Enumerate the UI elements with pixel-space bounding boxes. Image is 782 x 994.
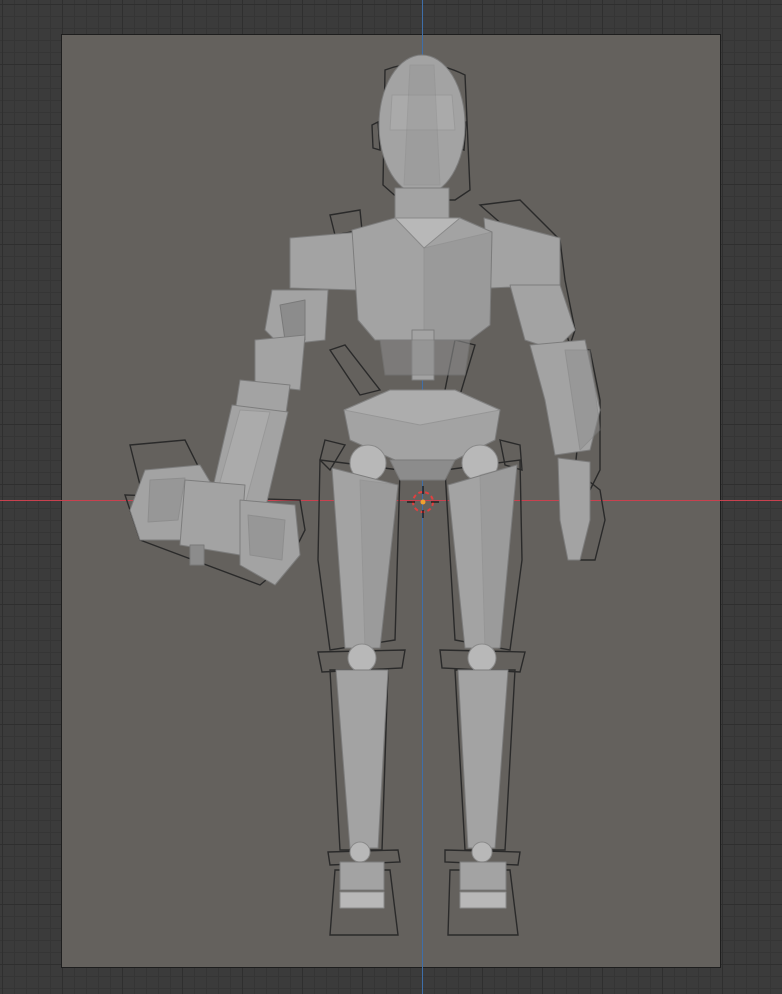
arm-left[interactable] <box>209 289 329 511</box>
hammer[interactable] <box>129 464 301 586</box>
arm-right[interactable] <box>509 284 601 561</box>
torso[interactable] <box>343 217 501 481</box>
leg-right[interactable] <box>447 464 518 909</box>
shoulder-left[interactable] <box>289 231 361 291</box>
scene[interactable] <box>0 0 782 994</box>
object-origin-icon <box>420 499 426 505</box>
robot-mannequin[interactable] <box>129 54 601 909</box>
head[interactable] <box>378 54 466 221</box>
3d-viewport[interactable] <box>0 0 782 994</box>
